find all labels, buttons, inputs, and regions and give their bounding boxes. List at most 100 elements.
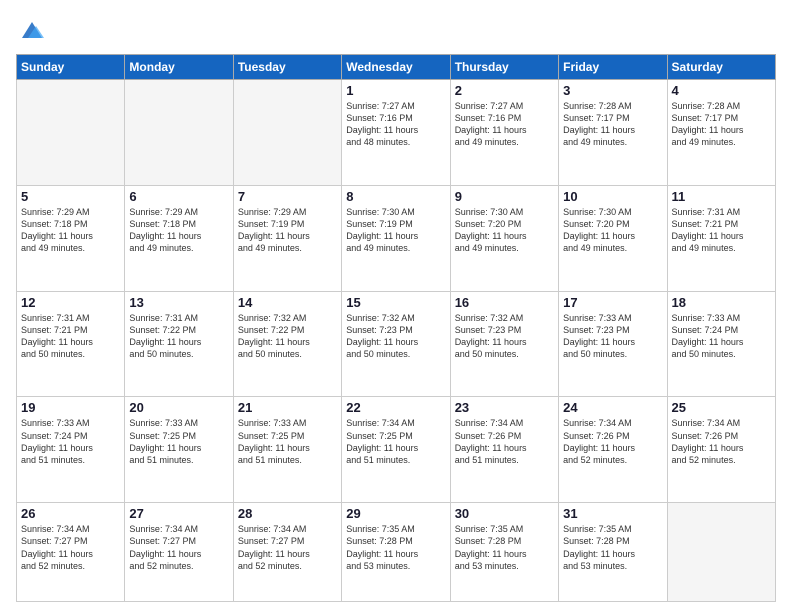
day-info: Sunrise: 7:31 AM Sunset: 7:21 PM Dayligh… xyxy=(21,312,120,361)
day-info: Sunrise: 7:33 AM Sunset: 7:23 PM Dayligh… xyxy=(563,312,662,361)
day-number: 16 xyxy=(455,295,554,310)
week-row-1: 1Sunrise: 7:27 AM Sunset: 7:16 PM Daylig… xyxy=(17,80,776,186)
calendar-cell: 1Sunrise: 7:27 AM Sunset: 7:16 PM Daylig… xyxy=(342,80,450,186)
day-info: Sunrise: 7:33 AM Sunset: 7:24 PM Dayligh… xyxy=(672,312,771,361)
day-number: 29 xyxy=(346,506,445,521)
calendar-cell: 14Sunrise: 7:32 AM Sunset: 7:22 PM Dayli… xyxy=(233,291,341,397)
day-info: Sunrise: 7:31 AM Sunset: 7:21 PM Dayligh… xyxy=(672,206,771,255)
day-number: 24 xyxy=(563,400,662,415)
calendar-cell: 10Sunrise: 7:30 AM Sunset: 7:20 PM Dayli… xyxy=(559,185,667,291)
calendar-cell xyxy=(667,503,775,602)
day-number: 9 xyxy=(455,189,554,204)
calendar-cell xyxy=(17,80,125,186)
day-number: 20 xyxy=(129,400,228,415)
day-number: 31 xyxy=(563,506,662,521)
calendar-cell: 16Sunrise: 7:32 AM Sunset: 7:23 PM Dayli… xyxy=(450,291,558,397)
day-info: Sunrise: 7:35 AM Sunset: 7:28 PM Dayligh… xyxy=(563,523,662,572)
header xyxy=(16,16,776,44)
day-number: 3 xyxy=(563,83,662,98)
day-info: Sunrise: 7:33 AM Sunset: 7:24 PM Dayligh… xyxy=(21,417,120,466)
weekday-header-saturday: Saturday xyxy=(667,55,775,80)
day-info: Sunrise: 7:29 AM Sunset: 7:18 PM Dayligh… xyxy=(21,206,120,255)
day-info: Sunrise: 7:29 AM Sunset: 7:18 PM Dayligh… xyxy=(129,206,228,255)
day-number: 11 xyxy=(672,189,771,204)
day-info: Sunrise: 7:31 AM Sunset: 7:22 PM Dayligh… xyxy=(129,312,228,361)
day-info: Sunrise: 7:30 AM Sunset: 7:19 PM Dayligh… xyxy=(346,206,445,255)
day-number: 23 xyxy=(455,400,554,415)
weekday-header-wednesday: Wednesday xyxy=(342,55,450,80)
day-number: 7 xyxy=(238,189,337,204)
day-number: 26 xyxy=(21,506,120,521)
weekday-header-sunday: Sunday xyxy=(17,55,125,80)
calendar-cell xyxy=(125,80,233,186)
day-number: 30 xyxy=(455,506,554,521)
day-info: Sunrise: 7:34 AM Sunset: 7:27 PM Dayligh… xyxy=(238,523,337,572)
day-info: Sunrise: 7:35 AM Sunset: 7:28 PM Dayligh… xyxy=(346,523,445,572)
day-info: Sunrise: 7:34 AM Sunset: 7:27 PM Dayligh… xyxy=(21,523,120,572)
calendar-cell: 18 Sunrise: 7:33 AM Sunset: 7:24 PM Dayli… xyxy=(667,291,775,397)
calendar-cell: 5 Sunrise: 7:29 AM Sunset: 7:18 PM Daylig… xyxy=(17,185,125,291)
calendar-cell: 22 Sunrise: 7:34 AM Sunset: 7:25 PM Dayli… xyxy=(342,397,450,503)
day-info: Sunrise: 7:30 AM Sunset: 7:20 PM Dayligh… xyxy=(563,206,662,255)
calendar-cell: 2Sunrise: 7:27 AM Sunset: 7:16 PM Daylig… xyxy=(450,80,558,186)
day-number: 18 xyxy=(672,295,771,310)
day-number: 4 xyxy=(672,83,771,98)
week-row-3: 12 Sunrise: 7:31 AM Sunset: 7:21 PM Dayli… xyxy=(17,291,776,397)
calendar-cell: 25 Sunrise: 7:34 AM Sunset: 7:26 PM Dayli… xyxy=(667,397,775,503)
weekday-header-friday: Friday xyxy=(559,55,667,80)
calendar-cell: 6 Sunrise: 7:29 AM Sunset: 7:18 PM Daylig… xyxy=(125,185,233,291)
day-info: Sunrise: 7:34 AM Sunset: 7:27 PM Dayligh… xyxy=(129,523,228,572)
day-info: Sunrise: 7:28 AM Sunset: 7:17 PM Dayligh… xyxy=(563,100,662,149)
calendar-cell: 13Sunrise: 7:31 AM Sunset: 7:22 PM Dayli… xyxy=(125,291,233,397)
calendar-cell: 24Sunrise: 7:34 AM Sunset: 7:26 PM Dayli… xyxy=(559,397,667,503)
week-row-5: 26 Sunrise: 7:34 AM Sunset: 7:27 PM Dayli… xyxy=(17,503,776,602)
day-number: 12 xyxy=(21,295,120,310)
calendar-cell: 30 Sunrise: 7:35 AM Sunset: 7:28 PM Dayli… xyxy=(450,503,558,602)
day-number: 25 xyxy=(672,400,771,415)
calendar-cell: 12 Sunrise: 7:31 AM Sunset: 7:21 PM Dayli… xyxy=(17,291,125,397)
day-info: Sunrise: 7:32 AM Sunset: 7:22 PM Dayligh… xyxy=(238,312,337,361)
calendar-cell: 7 Sunrise: 7:29 AM Sunset: 7:19 PM Daylig… xyxy=(233,185,341,291)
calendar-cell: 20 Sunrise: 7:33 AM Sunset: 7:25 PM Dayli… xyxy=(125,397,233,503)
weekday-header-thursday: Thursday xyxy=(450,55,558,80)
day-number: 15 xyxy=(346,295,445,310)
day-info: Sunrise: 7:32 AM Sunset: 7:23 PM Dayligh… xyxy=(346,312,445,361)
day-info: Sunrise: 7:27 AM Sunset: 7:16 PM Dayligh… xyxy=(455,100,554,149)
calendar-cell: 31 Sunrise: 7:35 AM Sunset: 7:28 PM Dayli… xyxy=(559,503,667,602)
day-info: Sunrise: 7:30 AM Sunset: 7:20 PM Dayligh… xyxy=(455,206,554,255)
day-number: 5 xyxy=(21,189,120,204)
logo xyxy=(16,16,46,44)
calendar-cell: 26 Sunrise: 7:34 AM Sunset: 7:27 PM Dayli… xyxy=(17,503,125,602)
weekday-header-monday: Monday xyxy=(125,55,233,80)
day-info: Sunrise: 7:33 AM Sunset: 7:25 PM Dayligh… xyxy=(238,417,337,466)
logo-icon xyxy=(18,16,46,44)
week-row-4: 19Sunrise: 7:33 AM Sunset: 7:24 PM Dayli… xyxy=(17,397,776,503)
calendar-cell: 15 Sunrise: 7:32 AM Sunset: 7:23 PM Dayli… xyxy=(342,291,450,397)
day-number: 21 xyxy=(238,400,337,415)
calendar-cell: 4Sunrise: 7:28 AM Sunset: 7:17 PM Daylig… xyxy=(667,80,775,186)
day-number: 27 xyxy=(129,506,228,521)
day-info: Sunrise: 7:33 AM Sunset: 7:25 PM Dayligh… xyxy=(129,417,228,466)
calendar-cell: 29 Sunrise: 7:35 AM Sunset: 7:28 PM Dayli… xyxy=(342,503,450,602)
day-number: 6 xyxy=(129,189,228,204)
calendar-cell: 17 Sunrise: 7:33 AM Sunset: 7:23 PM Dayli… xyxy=(559,291,667,397)
day-info: Sunrise: 7:35 AM Sunset: 7:28 PM Dayligh… xyxy=(455,523,554,572)
day-info: Sunrise: 7:29 AM Sunset: 7:19 PM Dayligh… xyxy=(238,206,337,255)
day-info: Sunrise: 7:27 AM Sunset: 7:16 PM Dayligh… xyxy=(346,100,445,149)
weekday-header-tuesday: Tuesday xyxy=(233,55,341,80)
calendar-cell: 27 Sunrise: 7:34 AM Sunset: 7:27 PM Dayli… xyxy=(125,503,233,602)
day-info: Sunrise: 7:34 AM Sunset: 7:26 PM Dayligh… xyxy=(672,417,771,466)
calendar-cell: 9 Sunrise: 7:30 AM Sunset: 7:20 PM Daylig… xyxy=(450,185,558,291)
calendar-cell: 3 Sunrise: 7:28 AM Sunset: 7:17 PM Daylig… xyxy=(559,80,667,186)
calendar-cell: 19Sunrise: 7:33 AM Sunset: 7:24 PM Dayli… xyxy=(17,397,125,503)
day-info: Sunrise: 7:34 AM Sunset: 7:26 PM Dayligh… xyxy=(455,417,554,466)
calendar-cell: 21 Sunrise: 7:33 AM Sunset: 7:25 PM Dayli… xyxy=(233,397,341,503)
day-number: 22 xyxy=(346,400,445,415)
day-number: 17 xyxy=(563,295,662,310)
day-number: 28 xyxy=(238,506,337,521)
calendar-cell: 8Sunrise: 7:30 AM Sunset: 7:19 PM Daylig… xyxy=(342,185,450,291)
day-info: Sunrise: 7:34 AM Sunset: 7:25 PM Dayligh… xyxy=(346,417,445,466)
week-row-2: 5 Sunrise: 7:29 AM Sunset: 7:18 PM Daylig… xyxy=(17,185,776,291)
weekday-header-row: SundayMondayTuesdayWednesdayThursdayFrid… xyxy=(17,55,776,80)
page: SundayMondayTuesdayWednesdayThursdayFrid… xyxy=(0,0,792,612)
